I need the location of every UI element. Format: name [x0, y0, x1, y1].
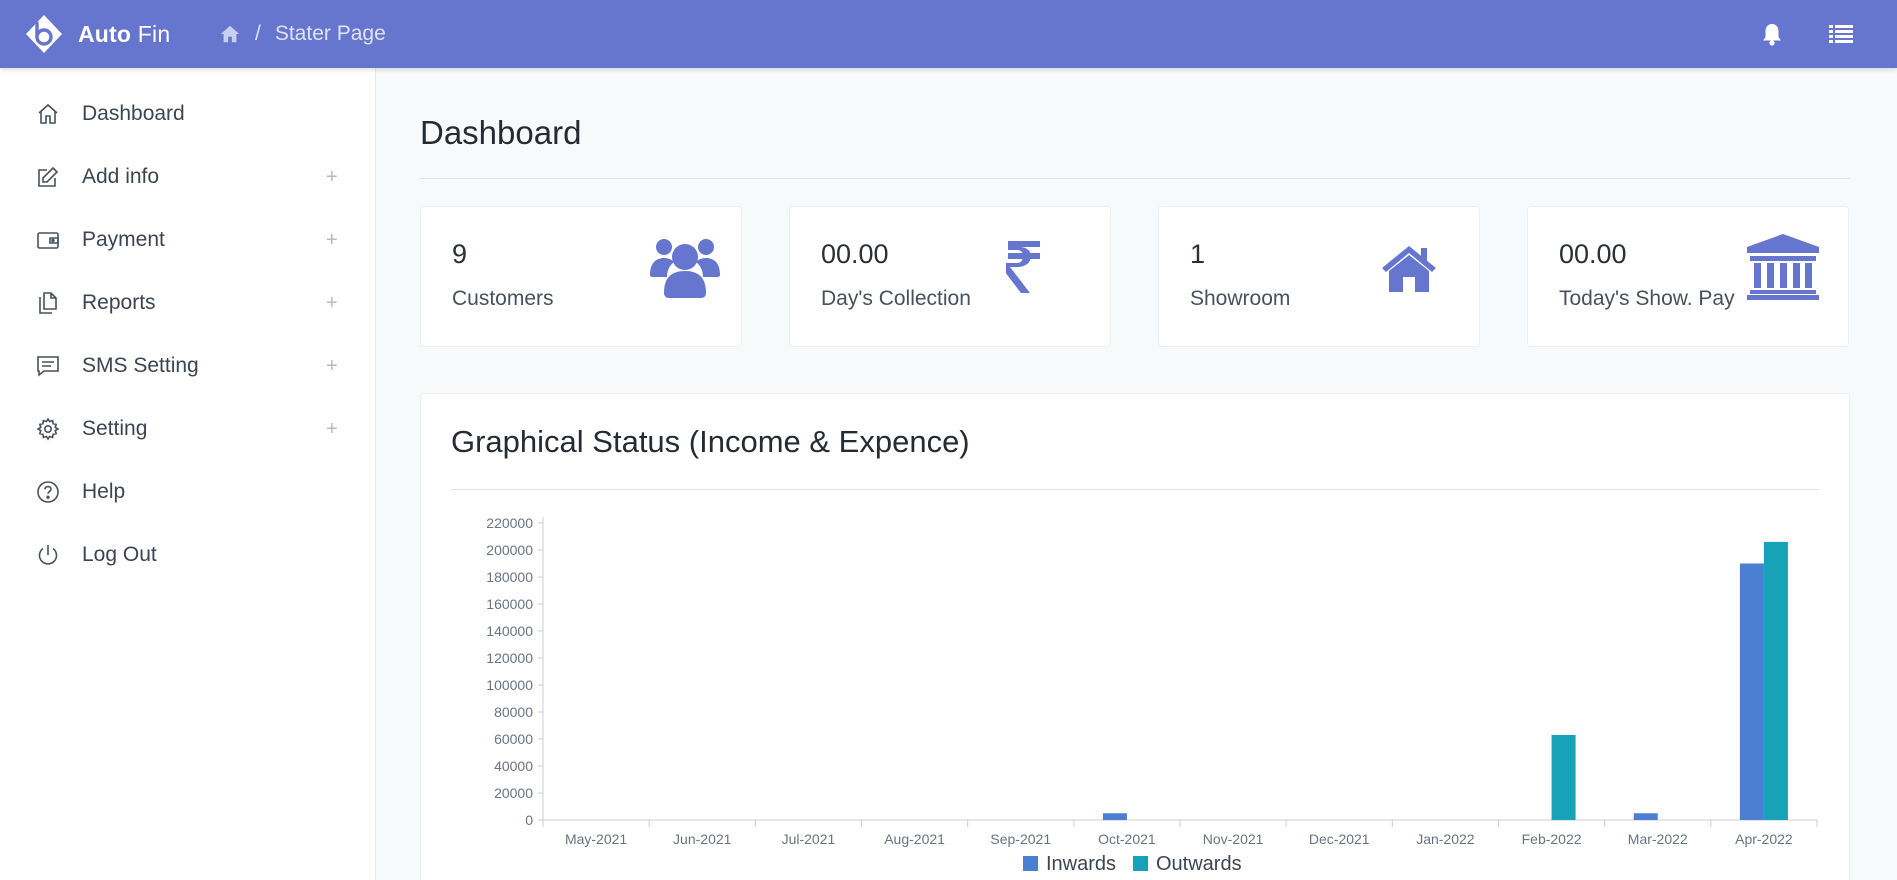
legend-swatch: [1133, 856, 1148, 871]
x-tick-label: Mar-2022: [1628, 831, 1688, 847]
stat-value: 00.00: [1559, 239, 1627, 269]
sidebar-item-log-out[interactable]: Log Out: [0, 530, 376, 580]
power-icon: [38, 545, 58, 565]
stat-label: Today's Show. Pay: [1559, 287, 1735, 310]
stat-value: 00.00: [821, 239, 889, 269]
document-icon: [39, 292, 57, 314]
brand-name: Auto Fin: [78, 21, 170, 48]
y-tick-label: 120000: [486, 650, 533, 666]
x-tick-label: Aug-2021: [884, 831, 945, 847]
breadcrumb-separator: /: [255, 22, 261, 45]
stat-value: 9: [452, 239, 468, 269]
bar-inwards: [1633, 813, 1658, 820]
home-icon[interactable]: [219, 23, 241, 45]
sidebar-item-label: Dashboard: [82, 102, 185, 125]
bar-inwards: [1739, 563, 1764, 820]
x-tick-label: Jan-2022: [1416, 831, 1475, 847]
expand-icon[interactable]: +: [326, 166, 338, 189]
y-tick-label: 160000: [486, 596, 533, 612]
divider: [451, 489, 1819, 490]
y-tick-label: 20000: [494, 785, 533, 801]
stat-card-customers[interactable]: 9 Customers: [420, 206, 742, 347]
list-icon[interactable]: [1829, 24, 1853, 44]
legend-label: Inwards: [1046, 853, 1116, 875]
sidebar-item-label: Reports: [82, 291, 156, 314]
logo-icon: [26, 15, 62, 53]
expand-icon[interactable]: +: [326, 418, 338, 441]
bar-outwards: [1551, 734, 1576, 820]
divider: [420, 178, 1850, 179]
brand[interactable]: Auto Fin: [0, 14, 215, 54]
top-bar: Auto Fin / Stater Page: [0, 0, 1897, 68]
message-icon: [37, 356, 59, 377]
page-title: Dashboard: [420, 114, 582, 151]
x-tick-label: Nov-2021: [1203, 831, 1264, 847]
brand-name-light: Fin: [137, 20, 171, 47]
sidebar-item-label: Setting: [82, 417, 148, 440]
legend-swatch: [1023, 856, 1038, 871]
stat-value: 1: [1190, 239, 1206, 269]
help-icon: [37, 481, 59, 503]
y-tick-label: 0: [525, 812, 533, 828]
sidebar-item-label: Help: [82, 480, 126, 503]
stat-card-days-collection[interactable]: 00.00 Day's Collection: [789, 206, 1111, 347]
sidebar-item-payment[interactable]: Payment +: [0, 215, 376, 265]
x-tick-label: May-2021: [565, 831, 627, 847]
bank-icon: [1747, 234, 1819, 300]
sidebar-item-help[interactable]: Help: [0, 467, 376, 517]
gear-icon: [36, 417, 60, 441]
sidebar-item-add-info[interactable]: Add info +: [0, 152, 376, 202]
rupee-icon: [1006, 241, 1040, 293]
x-tick-label: Jun-2021: [673, 831, 732, 847]
x-tick-label: Feb-2022: [1522, 831, 1582, 847]
brand-name-bold: Auto: [78, 20, 132, 47]
y-tick-label: 80000: [494, 704, 533, 720]
bar-outwards: [1763, 541, 1788, 820]
x-tick-label: Oct-2021: [1098, 831, 1156, 847]
sidebar-item-sms-setting[interactable]: SMS Setting +: [0, 341, 376, 391]
stat-label: Customers: [452, 287, 554, 310]
top-actions: [1761, 0, 1853, 68]
sidebar-item-reports[interactable]: Reports +: [0, 278, 376, 328]
home-icon: [38, 103, 58, 124]
chart-title: Graphical Status (Income & Expence): [451, 424, 970, 459]
y-tick-label: 40000: [494, 758, 533, 774]
bell-icon[interactable]: [1761, 22, 1783, 46]
sidebar: Dashboard Add info + Payment + Reports +…: [0, 68, 376, 880]
y-tick-label: 60000: [494, 731, 533, 747]
x-tick-label: Sep-2021: [990, 831, 1051, 847]
sidebar-item-label: Add info: [82, 165, 160, 188]
stat-label: Day's Collection: [821, 287, 971, 310]
x-tick-label: Dec-2021: [1309, 831, 1370, 847]
x-tick-label: Jul-2021: [782, 831, 836, 847]
house-icon: [1382, 246, 1436, 292]
breadcrumb-current: Stater Page: [274, 22, 386, 45]
expand-icon[interactable]: +: [326, 229, 338, 252]
stat-card-showroom[interactable]: 1 Showroom: [1158, 206, 1480, 347]
sidebar-item-setting[interactable]: Setting +: [0, 404, 376, 454]
expand-icon[interactable]: +: [326, 292, 338, 315]
x-tick-label: Apr-2022: [1735, 831, 1793, 847]
y-tick-label: 100000: [486, 677, 533, 693]
legend-label: Outwards: [1156, 853, 1242, 875]
wallet-icon: [37, 232, 59, 249]
y-tick-label: 220000: [486, 515, 533, 531]
edit-icon: [38, 166, 59, 187]
sidebar-item-label: SMS Setting: [82, 354, 199, 377]
stat-label: Showroom: [1190, 287, 1291, 310]
stat-card-todays-show-pay[interactable]: 00.00 Today's Show. Pay: [1527, 206, 1849, 347]
users-icon: [650, 239, 720, 298]
sidebar-item-label: Log Out: [82, 543, 157, 566]
y-tick-label: 180000: [486, 569, 533, 585]
bar-inwards: [1102, 813, 1127, 820]
y-tick-label: 140000: [486, 623, 533, 639]
sidebar-item-label: Payment: [82, 228, 165, 251]
y-tick-label: 200000: [486, 542, 533, 558]
bar-chart: 0 20000 40000 60000 80000 100000 120000 140000 1…: [486, 515, 1818, 875]
breadcrumb: / Stater Page: [219, 22, 386, 46]
expand-icon[interactable]: +: [326, 355, 338, 378]
sidebar-item-dashboard[interactable]: Dashboard: [0, 89, 376, 139]
